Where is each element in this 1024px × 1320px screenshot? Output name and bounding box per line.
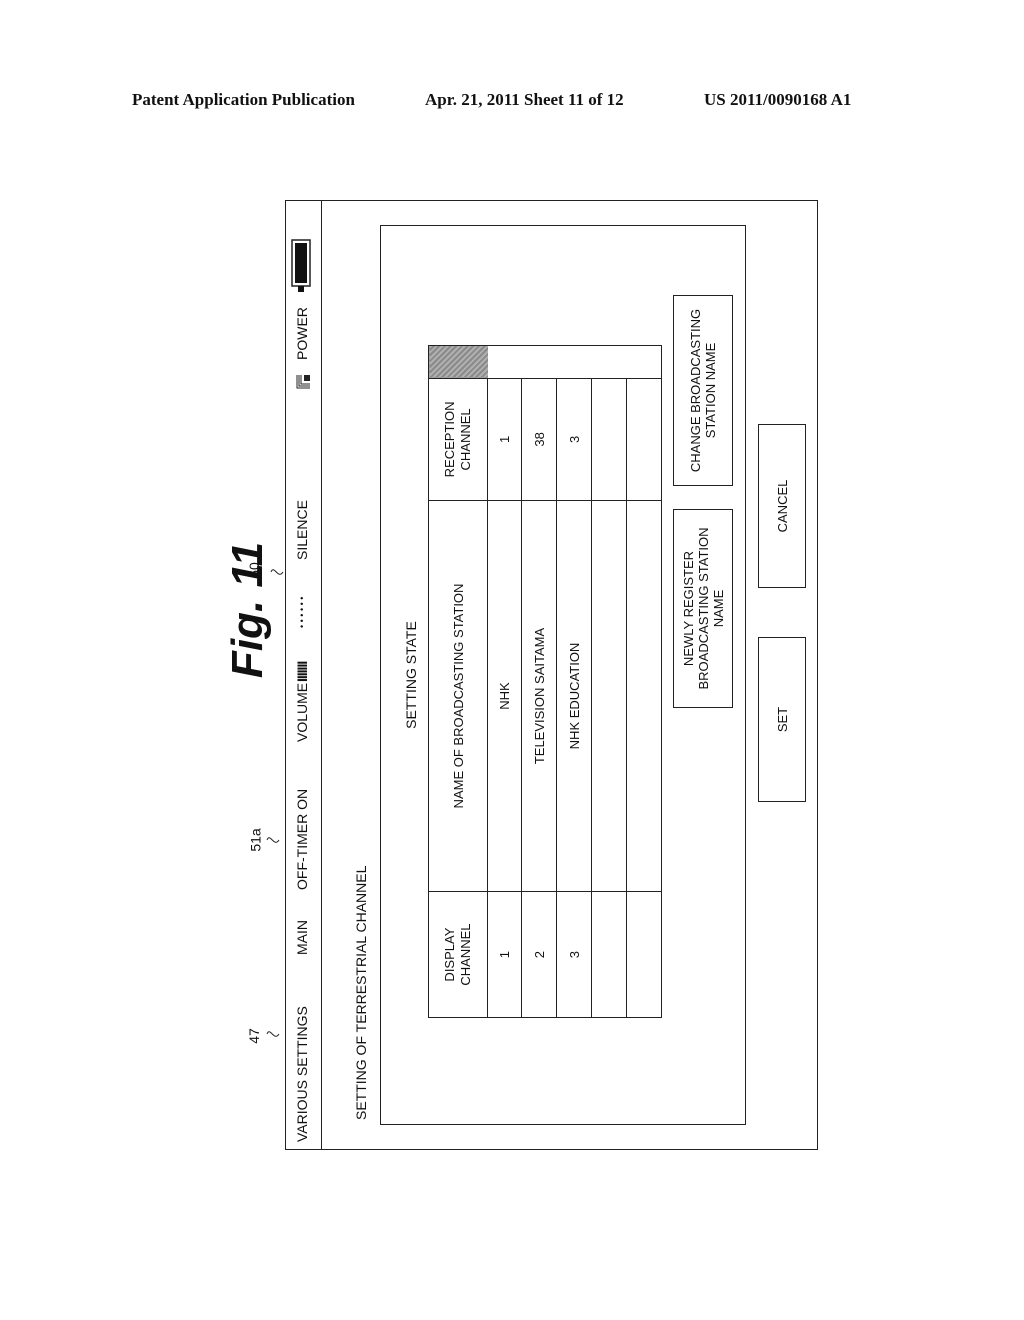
publication-label: Patent Application Publication xyxy=(132,90,355,109)
cell-reception-channel: 3 xyxy=(556,378,592,501)
table-header-row: DISPLAY CHANNEL NAME OF BROADCASTING STA… xyxy=(428,345,488,1018)
status-off-timer: OFF-TIMER ON xyxy=(294,788,310,890)
cancel-button[interactable]: CANCEL xyxy=(758,424,806,588)
volume-level-bars: IIIIIII xyxy=(294,661,310,682)
newly-register-label: NEWLY REGISTER BROADCASTING STATION NAME xyxy=(680,527,726,690)
set-label: SET xyxy=(774,706,790,733)
speaker-icon xyxy=(296,375,310,389)
cell-display-channel: 2 xyxy=(521,891,557,1018)
table-row[interactable]: 2 TELEVISION SAITAMA 38 xyxy=(521,346,557,1018)
newly-register-station-button[interactable]: NEWLY REGISTER BROADCASTING STATION NAME xyxy=(673,509,733,708)
status-mode: MAIN xyxy=(294,920,310,955)
status-silence: SILENCE xyxy=(294,500,310,560)
cell-reception-channel xyxy=(591,378,627,501)
channel-table: DISPLAY CHANNEL NAME OF BROADCASTING STA… xyxy=(428,345,662,1018)
status-bar: VARIOUS SETTINGS MAIN OFF-TIMER ON VOLUM… xyxy=(285,200,322,1150)
cell-station-name xyxy=(591,500,627,892)
table-row[interactable]: 3 NHK EDUCATION 3 xyxy=(556,346,592,1018)
ref-51a: 51a xyxy=(247,828,264,852)
table-row[interactable] xyxy=(626,346,662,1018)
cell-display-channel xyxy=(591,891,627,1018)
table-row[interactable] xyxy=(591,346,627,1018)
cell-reception-channel xyxy=(626,378,662,501)
col-header-station-name: NAME OF BROADCASTING STATION xyxy=(428,500,488,892)
cell-display-channel: 3 xyxy=(556,891,592,1018)
scrollbar-thumb[interactable] xyxy=(428,345,488,379)
table-row[interactable]: 1 NHK 1 xyxy=(487,345,662,1018)
status-volume-label: VOLUME xyxy=(294,682,310,742)
cell-display-channel xyxy=(626,891,662,1018)
change-station-label: CHANGE BROADCASTING STATION NAME xyxy=(688,308,718,473)
silence-dots: • • • • • • xyxy=(297,596,307,628)
cell-reception-channel: 1 xyxy=(487,378,522,501)
cell-station-name xyxy=(626,500,662,892)
leader-line-47 xyxy=(266,1031,280,1037)
tv-screen: VARIOUS SETTINGS MAIN OFF-TIMER ON VOLUM… xyxy=(285,200,818,1150)
set-button[interactable]: SET xyxy=(758,637,806,802)
status-power: POWER xyxy=(294,307,310,360)
leader-line-51a xyxy=(266,837,280,843)
cancel-label: CANCEL xyxy=(774,479,790,533)
patent-number: US 2011/0090168 A1 xyxy=(704,90,852,109)
power-indicator-icon xyxy=(291,239,311,292)
col-header-display-channel: DISPLAY CHANNEL xyxy=(428,891,488,1018)
col-header-reception-channel: RECEPTION CHANNEL xyxy=(428,378,488,501)
figure-title: Fig. 11 xyxy=(223,541,272,679)
screen-title: SETTING OF TERRESTRIAL CHANNEL xyxy=(353,865,369,1120)
date-sheet-label: Apr. 21, 2011 Sheet 11 of 12 xyxy=(425,90,624,109)
scrollbar-track[interactable] xyxy=(487,345,662,379)
change-station-name-button[interactable]: CHANGE BROADCASTING STATION NAME xyxy=(673,295,733,486)
status-section: VARIOUS SETTINGS xyxy=(294,1006,310,1142)
cell-display-channel: 1 xyxy=(487,891,522,1018)
leader-line-60 xyxy=(270,569,284,575)
panel-title: SETTING STATE xyxy=(403,621,419,729)
cell-reception-channel: 38 xyxy=(521,378,557,501)
cell-station-name: NHK xyxy=(487,500,522,892)
cell-station-name: NHK EDUCATION xyxy=(556,500,592,892)
cell-station-name: TELEVISION SAITAMA xyxy=(521,500,557,892)
ref-47: 47 xyxy=(245,1028,262,1044)
ref-60: 60 xyxy=(245,562,262,578)
